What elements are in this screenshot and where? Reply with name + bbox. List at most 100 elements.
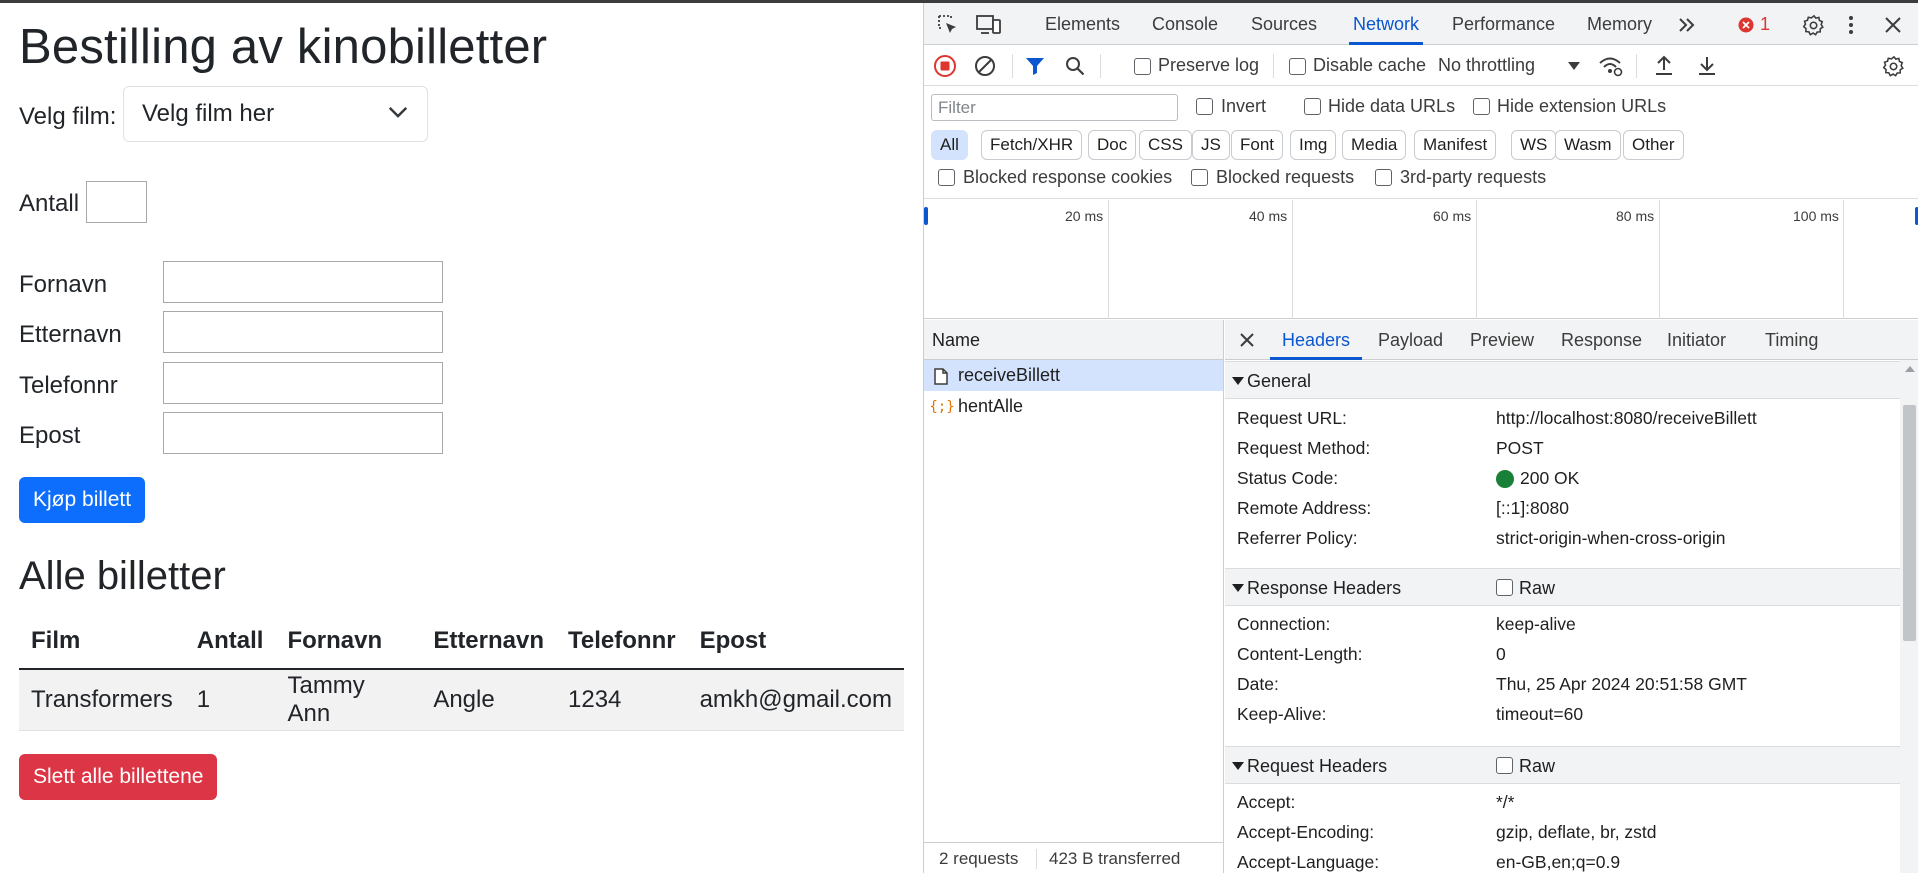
tab-elements[interactable]: Elements [1045,3,1120,45]
import-har-icon[interactable] [1652,54,1676,78]
invert-checkbox[interactable] [1196,98,1213,115]
chip-js[interactable]: JS [1192,130,1230,160]
antall-input[interactable] [86,181,147,223]
filter-input[interactable]: Filter [931,94,1178,121]
header-key: Keep-Alive: [1237,704,1327,724]
device-toolbar-icon[interactable] [976,13,1002,37]
raw-label: Raw [1519,756,1556,776]
more-options-icon[interactable] [1842,13,1860,37]
chip-other[interactable]: Other [1623,130,1684,160]
third-party-requests-checkbox[interactable] [1375,169,1392,186]
request-row-receivebillett[interactable]: receiveBillett [924,360,1223,391]
chip-doc[interactable]: Doc [1088,130,1137,160]
network-conditions-icon[interactable] [1598,54,1624,78]
request-name: receiveBillett [958,365,1061,385]
timeline-tick-label: 60 ms [1433,208,1472,224]
close-detail-icon[interactable] [1237,330,1257,350]
col-etternavn: Etternavn [421,613,557,670]
toolbar-divider [1636,54,1637,78]
chip-font[interactable]: Font [1231,130,1284,160]
buy-ticket-button[interactable]: Kjøp billett [19,477,146,523]
hide-data-urls-checkbox[interactable] [1304,98,1321,115]
film-select-value: Velg film her [142,100,275,127]
blocked-response-cookies-checkbox[interactable] [938,169,955,186]
export-har-icon[interactable] [1695,54,1719,78]
telefonnr-label: Telefonnr [19,372,118,399]
scroll-up-icon[interactable] [1905,366,1915,372]
request-headers-section-header[interactable]: Request Headers Raw [1225,746,1900,784]
detail-tab-response[interactable]: Response [1561,320,1642,360]
cell-film: Transformers [19,669,185,731]
tickets-table: Film Antall Fornavn Etternavn Telefonnr … [19,613,904,731]
filter-icon[interactable] [1023,54,1047,78]
request-headers-title: Request Headers [1247,756,1388,776]
error-count[interactable]: 1 [1760,3,1770,45]
inspect-element-icon[interactable] [936,13,960,37]
chip-wasm[interactable]: Wasm [1555,130,1621,160]
col-film: Film [19,613,185,670]
detail-tab-headers[interactable]: Headers [1270,320,1363,360]
raw-label: Raw [1519,578,1556,598]
throttling-select[interactable]: No throttling [1438,55,1535,76]
header-value: en-GB,en;q=0.9 [1496,852,1621,872]
detail-tab-payload[interactable]: Payload [1378,320,1443,360]
fornavn-input[interactable] [163,261,443,303]
tab-performance[interactable]: Performance [1452,3,1555,45]
chip-ws[interactable]: WS [1511,130,1557,160]
header-value: 200 OK [1520,468,1580,488]
detail-tab-bar: Headers Payload Preview Response Initiat… [1225,320,1918,360]
chip-css[interactable]: CSS [1139,130,1192,160]
request-name: hentAlle [958,396,1024,416]
clear-icon[interactable] [973,54,997,78]
cell-telefonnr: 1234 [556,669,688,731]
name-column-header[interactable]: Name [924,320,1223,360]
more-tabs-icon[interactable] [1676,14,1698,36]
search-icon[interactable] [1063,54,1087,78]
chip-all[interactable]: All [931,130,968,160]
error-icon[interactable] [1737,16,1755,34]
throttling-dropdown-icon[interactable] [1566,58,1582,74]
detail-tab-preview[interactable]: Preview [1470,320,1534,360]
timeline-left-handle[interactable] [924,207,928,225]
network-overview-timeline[interactable]: 20 ms 40 ms 60 ms 80 ms 100 ms [924,200,1918,319]
preserve-log-checkbox[interactable] [1134,58,1151,75]
tab-memory[interactable]: Memory [1587,3,1652,45]
network-settings-icon[interactable] [1882,54,1906,78]
telefonnr-input[interactable] [163,362,443,404]
json-fetch-icon: {;} [929,398,955,415]
tab-sources[interactable]: Sources [1251,3,1317,45]
disable-cache-checkbox[interactable] [1289,58,1306,75]
request-row-hentalle[interactable]: {;} hentAlle [924,391,1223,422]
response-raw-checkbox[interactable] [1496,579,1513,596]
collapse-triangle-icon [1232,762,1244,770]
detail-tab-timing[interactable]: Timing [1765,320,1818,360]
hide-extension-urls-checkbox[interactable] [1473,98,1490,115]
timeline-tick-label: 40 ms [1249,208,1288,224]
scrollbar-thumb[interactable] [1903,405,1916,641]
tab-console[interactable]: Console [1152,3,1218,45]
transferred-size: 423 B transferred [1049,849,1181,868]
film-select[interactable]: Velg film her [123,86,428,142]
header-key: Connection: [1237,614,1331,634]
detail-tab-initiator[interactable]: Initiator [1667,320,1726,360]
etternavn-label: Etternavn [19,321,122,348]
response-headers-section-header[interactable]: Response Headers Raw [1225,568,1900,606]
close-devtools-icon[interactable] [1882,14,1904,36]
header-key: Remote Address: [1237,498,1372,518]
blocked-requests-checkbox[interactable] [1191,169,1208,186]
timeline-tick-label: 100 ms [1793,208,1839,224]
request-raw-checkbox[interactable] [1496,757,1513,774]
settings-gear-icon[interactable] [1802,13,1826,37]
epost-input[interactable] [163,412,443,454]
stop-recording-icon[interactable] [933,54,957,78]
etternavn-input[interactable] [163,311,443,353]
chip-media[interactable]: Media [1342,130,1407,160]
header-value: gzip, deflate, br, zstd [1496,822,1657,842]
delete-all-button[interactable]: Slett alle billettene [19,754,218,800]
tab-network[interactable]: Network [1349,3,1424,45]
chip-fetch-xhr[interactable]: Fetch/XHR [981,130,1083,160]
chip-img[interactable]: Img [1290,130,1337,160]
chip-manifest[interactable]: Manifest [1414,130,1497,160]
general-section-header[interactable]: General [1225,361,1900,399]
detail-scrollbar[interactable] [1900,360,1918,873]
